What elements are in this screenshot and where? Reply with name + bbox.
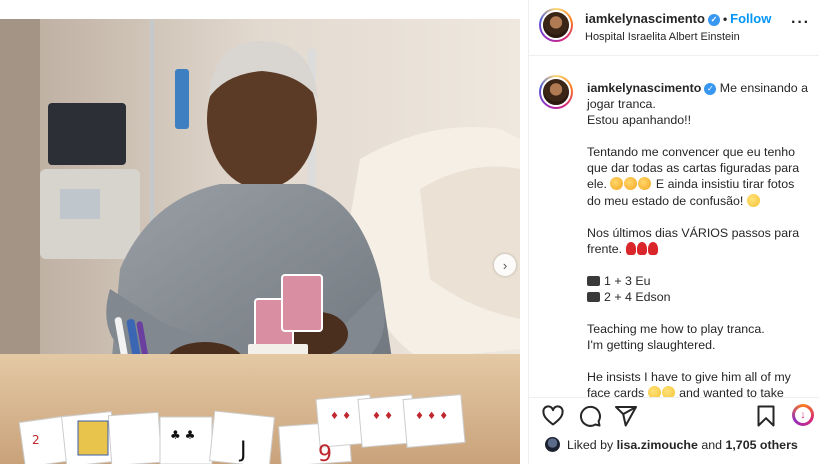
card-label: 2 [32, 433, 40, 447]
arrow-down-icon: ↓ [795, 407, 811, 423]
dancer-emoji-icon [647, 241, 658, 255]
verified-badge-icon: ✓ [704, 83, 717, 95]
thinking-face-emoji-icon [610, 177, 624, 191]
emoji-icon [647, 386, 661, 397]
camera-emoji-icon [587, 291, 600, 302]
carousel-next-button[interactable]: › [494, 254, 516, 276]
comments-scroll-area[interactable]: iamkelynascimento ✓ Me ensinando a jogar … [529, 57, 819, 397]
caption-username[interactable]: iamkelynascimento [587, 81, 701, 95]
verified-badge-icon: ✓ [707, 14, 720, 26]
caption-line: Teaching me how to play tranca. I'm gett… [587, 322, 765, 353]
post-caption: iamkelynascimento ✓ Me ensinando a jogar … [587, 80, 809, 397]
likes-summary: Liked by lisa.zimouche and 1,705 others [529, 433, 819, 458]
caption-line: 2 + 4 Edson [604, 289, 671, 304]
chevron-right-icon: › [502, 257, 508, 273]
follow-button[interactable]: Follow [730, 11, 771, 26]
card-label: ♦ ♦ [330, 411, 351, 422]
liker-avatar[interactable] [544, 436, 561, 453]
action-bar: ↓ [529, 397, 819, 433]
dancer-emoji-icon [636, 241, 647, 255]
caption-line: Nos últimos dias VÁRIOS passos para fren… [587, 225, 800, 256]
card-label: ♦ ♦ [372, 411, 393, 422]
caption-line: and wanted to take [679, 386, 784, 397]
liker-username[interactable]: lisa.zimouche [617, 438, 698, 452]
eye-roll-emoji-icon [746, 193, 760, 207]
likes-count-link[interactable]: 1,705 others [725, 438, 797, 452]
author-avatar[interactable] [539, 8, 573, 42]
photo-illustration: 2 ♣ ♣ J 9 ♦ ♦ ♦ ♦ ♦ ♦ ♦ [0, 19, 520, 464]
post-photo[interactable]: 2 ♣ ♣ J 9 ♦ ♦ ♦ ♦ ♦ ♦ ♦ › [0, 19, 520, 464]
post-location[interactable]: Hospital Israelita Albert Einstein [585, 31, 740, 43]
likes-middle: and [701, 438, 723, 452]
card-label: 9 [318, 442, 332, 464]
camera-emoji-icon [587, 275, 600, 286]
caption-author-avatar[interactable] [539, 75, 573, 109]
likes-prefix: Liked by [567, 438, 614, 452]
dancer-emoji-icon [625, 241, 636, 255]
share-icon[interactable] [614, 404, 638, 428]
post-sidebar: iamkelynascimento ✓ • Follow Hospital Israe… [528, 0, 819, 464]
comment-icon[interactable] [578, 404, 602, 428]
card-label: J [238, 438, 247, 463]
more-horizontal-icon[interactable]: ··· [791, 14, 810, 32]
heart-icon[interactable] [541, 404, 565, 428]
thinking-face-emoji-icon [624, 177, 638, 191]
scroll-down-icon[interactable]: ↓ [792, 404, 814, 426]
thinking-face-emoji-icon [638, 177, 652, 191]
caption-line: 1 + 3 Eu [604, 273, 651, 288]
bookmark-icon[interactable] [754, 404, 778, 428]
post-header: iamkelynascimento ✓ • Follow Hospital Israe… [529, 0, 819, 56]
card-label: ♣ ♣ [170, 428, 195, 442]
emoji-icon [661, 386, 675, 397]
author-username[interactable]: iamkelynascimento [585, 11, 705, 26]
card-label: ♦ ♦ ♦ [415, 411, 448, 422]
separator-dot: • [722, 12, 728, 26]
